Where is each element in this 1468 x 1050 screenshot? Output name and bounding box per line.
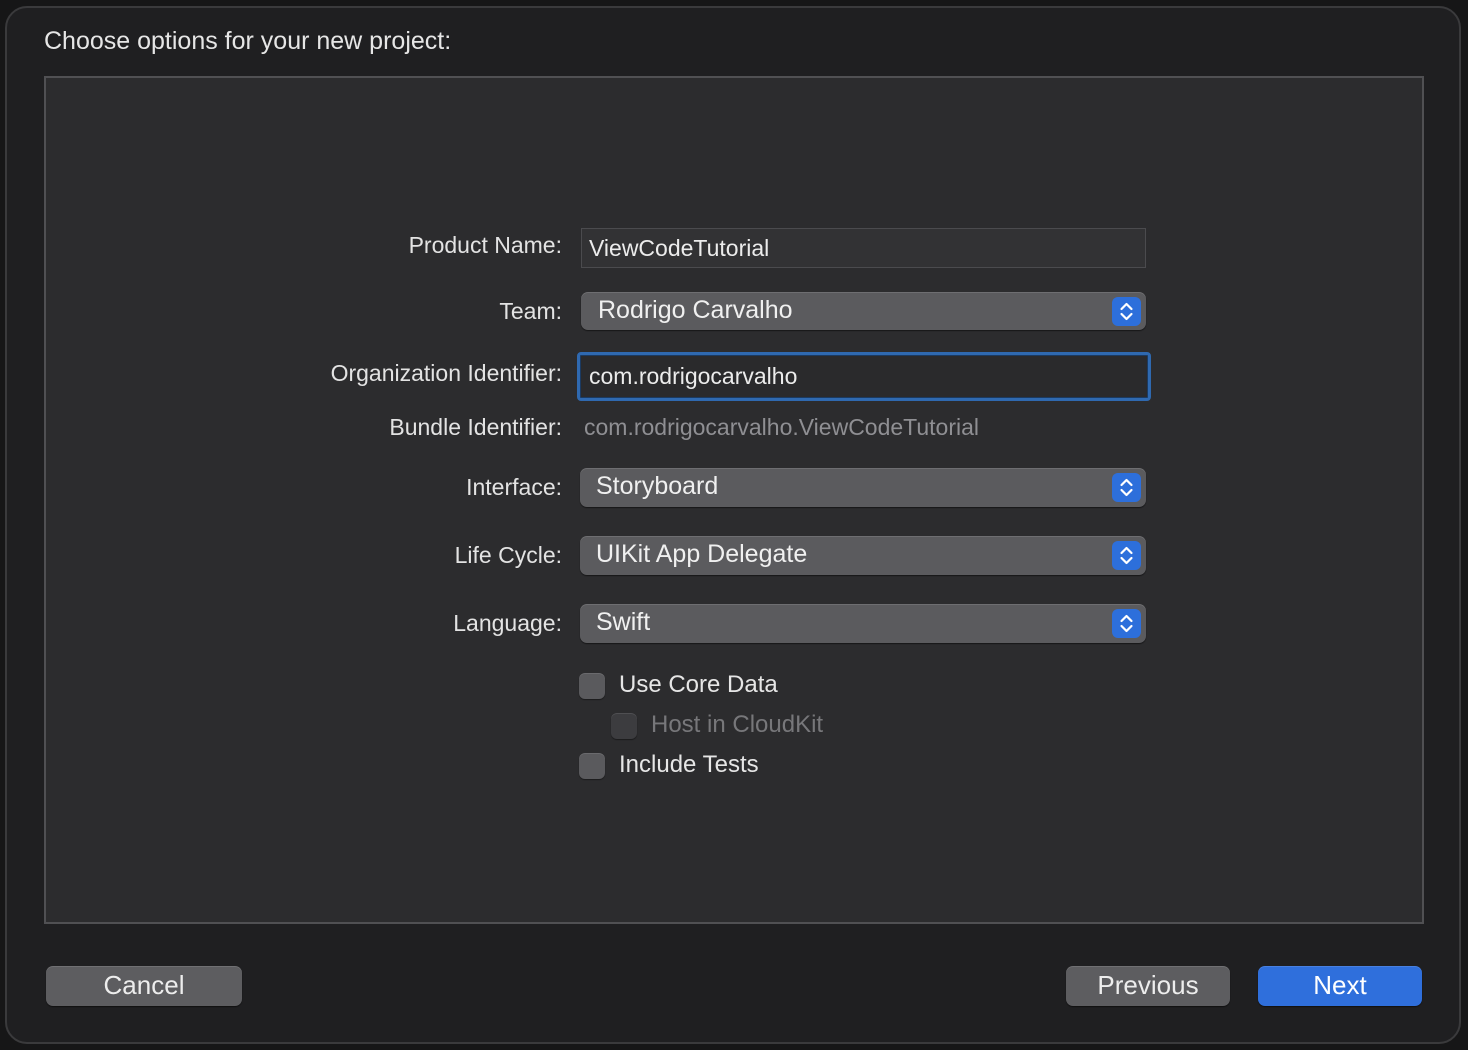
life-cycle-popup-value: UIKit App Delegate xyxy=(596,540,808,568)
team-popup-value: Rodrigo Carvalho xyxy=(598,296,793,324)
language-label: Language: xyxy=(453,610,562,636)
product-name-label: Product Name: xyxy=(408,232,562,258)
chevron-up-down-icon xyxy=(1112,297,1141,326)
bundle-identifier-value: com.rodrigocarvalho.ViewCodeTutorial xyxy=(584,414,980,440)
cancel-button[interactable]: Cancel xyxy=(46,966,242,1006)
organization-identifier-label: Organization Identifier: xyxy=(330,360,562,386)
organization-identifier-field[interactable]: com.rodrigocarvalho xyxy=(577,352,1151,401)
dialog-title: Choose options for your new project: xyxy=(44,27,452,55)
previous-button[interactable]: Previous xyxy=(1066,966,1230,1006)
include-tests-label[interactable]: Include Tests xyxy=(619,751,759,779)
language-popup[interactable]: Swift xyxy=(580,604,1146,643)
use-core-data-checkbox[interactable] xyxy=(579,673,605,699)
team-label: Team: xyxy=(499,298,562,324)
bundle-identifier-label: Bundle Identifier: xyxy=(389,414,562,440)
team-popup[interactable]: Rodrigo Carvalho xyxy=(581,292,1146,330)
life-cycle-label: Life Cycle: xyxy=(454,542,562,568)
language-popup-value: Swift xyxy=(596,608,651,636)
host-in-cloudkit-label: Host in CloudKit xyxy=(651,711,824,738)
next-button[interactable]: Next xyxy=(1258,966,1422,1006)
use-core-data-label[interactable]: Use Core Data xyxy=(619,671,778,699)
interface-label: Interface: xyxy=(466,474,562,500)
product-name-field[interactable]: ViewCodeTutorial xyxy=(581,228,1146,268)
interface-popup[interactable]: Storyboard xyxy=(580,468,1146,507)
interface-popup-value: Storyboard xyxy=(596,472,719,500)
chevron-up-down-icon xyxy=(1112,473,1141,502)
chevron-up-down-icon xyxy=(1112,609,1141,638)
chevron-up-down-icon xyxy=(1112,541,1141,570)
include-tests-checkbox[interactable] xyxy=(579,753,605,779)
host-in-cloudkit-checkbox xyxy=(611,713,637,739)
life-cycle-popup[interactable]: UIKit App Delegate xyxy=(580,536,1146,575)
